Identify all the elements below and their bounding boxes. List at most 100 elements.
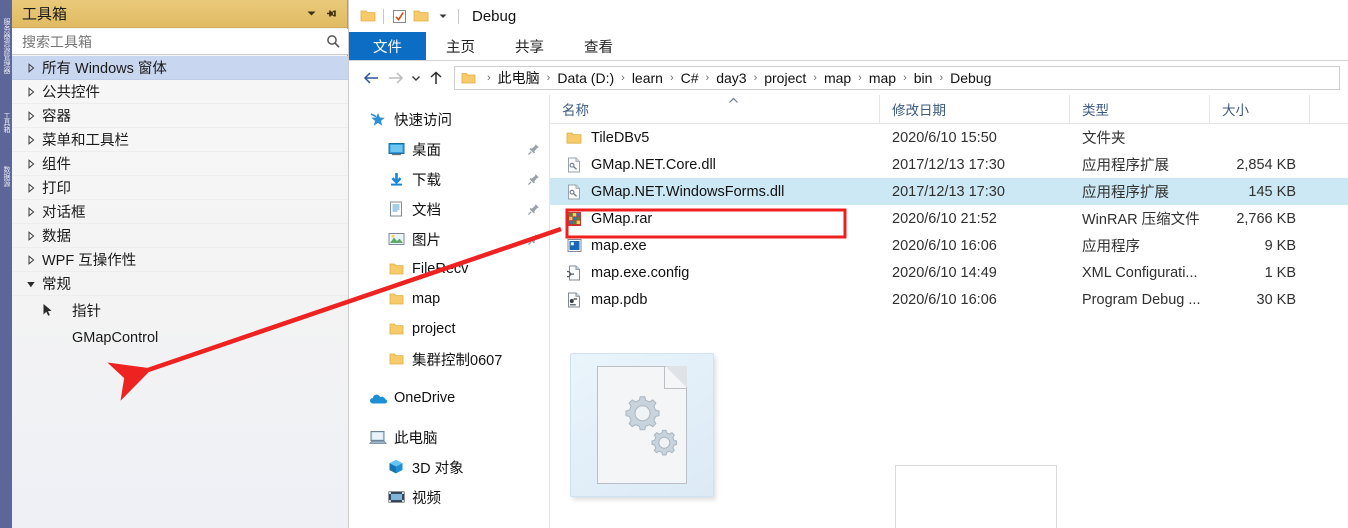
file-size-cell: 2,854 KB — [1236, 156, 1296, 173]
column-header-2[interactable]: 类型 — [1070, 95, 1210, 124]
chevron-right-icon[interactable] — [26, 254, 42, 265]
breadcrumb-item-6[interactable]: map — [824, 70, 851, 86]
toolbox-node-7[interactable]: 数据 — [12, 224, 348, 248]
file-row[interactable]: GMap.NET.Core.dll 2017/12/13 17:30 应用程序扩展 2… — [550, 151, 1348, 178]
nav-item-6[interactable]: map — [349, 284, 549, 314]
recent-locations-chevron-down-icon[interactable] — [407, 66, 424, 90]
toolbox-node-3[interactable]: 菜单和工具栏 — [12, 128, 348, 152]
quick-access-chevron-down-icon[interactable] — [432, 5, 454, 27]
search-icon[interactable] — [322, 32, 344, 52]
chevron-right-icon[interactable] — [26, 62, 42, 73]
chevron-down-icon[interactable] — [301, 4, 321, 24]
toolbox-item-1[interactable]: GMapControl — [12, 324, 348, 352]
nav-item-3[interactable]: 文档 — [349, 194, 549, 224]
breadcrumb-item-3[interactable]: C# — [681, 70, 699, 86]
folder-icon[interactable] — [357, 5, 379, 27]
nav-item-9[interactable]: OneDrive — [349, 383, 549, 413]
breadcrumb-item-9[interactable]: Debug — [950, 70, 991, 86]
breadcrumb-item-0[interactable]: 此电脑 — [498, 68, 540, 88]
breadcrumb[interactable]: › 此电脑 › Data (D:) › learn › C# › day3 › project › map… — [454, 66, 1340, 90]
ribbon-tab-2[interactable]: 共享 — [495, 32, 564, 60]
file-row[interactable]: map.pdb 2020/6/10 16:06 Program Debug ... 3… — [550, 286, 1348, 313]
dll-icon — [562, 157, 586, 173]
dock-tab-toolbox[interactable]: 工具箱 — [1, 112, 11, 158]
titlebar-divider — [383, 8, 384, 24]
nav-item-11[interactable]: 3D 对象 — [349, 452, 549, 482]
file-name-cell[interactable]: GMap.NET.Core.dll — [550, 157, 880, 173]
pin-icon[interactable] — [525, 173, 541, 186]
file-type-cell: 应用程序扩展 — [1082, 158, 1169, 174]
toolbox-node-2[interactable]: 容器 — [12, 104, 348, 128]
toolbox-node-5[interactable]: 打印 — [12, 176, 348, 200]
dock-tab-data-sources[interactable]: 数据源 — [1, 166, 11, 224]
breadcrumb-item-2[interactable]: learn — [632, 70, 663, 86]
folder-icon — [562, 131, 586, 145]
nav-item-5[interactable]: FileRecv — [349, 254, 549, 284]
breadcrumb-item-5[interactable]: project — [764, 70, 806, 86]
file-explorer-window: Debug 文件 主页 共享 查看 › 此电脑 › Data (D:) › learn › C# › d… — [348, 0, 1348, 528]
nav-item-0[interactable]: 快速访问 — [349, 104, 549, 134]
file-name-cell[interactable]: TileDBv5 — [550, 130, 880, 146]
nav-item-12[interactable]: 视频 — [349, 482, 549, 512]
toolbox-node-8[interactable]: WPF 互操作性 — [12, 248, 348, 272]
chevron-right-icon[interactable] — [26, 110, 42, 121]
folder-icon — [385, 262, 407, 276]
breadcrumb-item-4[interactable]: day3 — [716, 70, 746, 86]
search-input-placeholder[interactable]: 搜索工具箱 — [22, 32, 322, 52]
ribbon-tab-0[interactable]: 文件 — [349, 32, 426, 60]
nav-item-4[interactable]: 图片 — [349, 224, 549, 254]
ribbon-tab-1[interactable]: 主页 — [426, 32, 495, 60]
nav-item-7[interactable]: project — [349, 314, 549, 344]
pin-icon[interactable] — [321, 4, 341, 24]
pin-icon[interactable] — [525, 143, 541, 156]
nav-item-label: project — [412, 321, 456, 337]
up-button[interactable] — [424, 66, 448, 90]
file-name-cell[interactable]: GMap.NET.WindowsForms.dll — [550, 184, 880, 200]
new-folder-icon[interactable] — [410, 5, 432, 27]
nav-item-1[interactable]: 桌面 — [349, 134, 549, 164]
chevron-right-icon[interactable] — [26, 206, 42, 217]
column-header-3[interactable]: 大小 — [1210, 95, 1310, 124]
properties-checked-icon[interactable] — [388, 5, 410, 27]
toolbox-item-0[interactable]: 指针 — [12, 296, 348, 324]
chevron-right-icon[interactable] — [26, 182, 42, 193]
nav-item-10[interactable]: 此电脑 — [349, 422, 549, 452]
file-name-cell[interactable]: GMap.rar — [550, 211, 880, 227]
toolbox-node-6[interactable]: 对话框 — [12, 200, 348, 224]
file-name-cell[interactable]: map.pdb — [550, 292, 880, 308]
nav-item-8[interactable]: 集群控制0607 — [349, 344, 549, 374]
toolbox-node-0[interactable]: 所有 Windows 窗体 — [12, 56, 348, 80]
column-header-1[interactable]: 修改日期 — [880, 95, 1070, 124]
file-row[interactable]: map.exe 2020/6/10 16:06 应用程序 9 KB — [550, 232, 1348, 259]
toolbox-search-box[interactable]: 搜索工具箱 — [12, 29, 348, 55]
dock-tab-server-explorer[interactable]: 服务器资源管理器 — [1, 18, 11, 104]
chevron-right-icon[interactable] — [26, 86, 42, 97]
file-row[interactable]: GMap.NET.WindowsForms.dll 2017/12/13 17:3… — [550, 178, 1348, 205]
breadcrumb-separator: › — [705, 72, 710, 84]
file-name-cell[interactable]: map.exe.config — [550, 265, 880, 281]
nav-item-2[interactable]: 下载 — [349, 164, 549, 194]
pin-icon[interactable] — [525, 203, 541, 216]
dll-gears-document-icon — [597, 366, 687, 484]
chevron-right-icon[interactable] — [26, 158, 42, 169]
chevron-right-icon[interactable] — [26, 134, 42, 145]
toolbox-node-9[interactable]: 常规 — [12, 272, 348, 296]
toolbox-node-1[interactable]: 公共控件 — [12, 80, 348, 104]
breadcrumb-item-1[interactable]: Data (D:) — [557, 70, 614, 86]
toolbox-node-4[interactable]: 组件 — [12, 152, 348, 176]
column-header-0[interactable]: 名称 — [550, 95, 880, 124]
breadcrumb-item-8[interactable]: bin — [914, 70, 933, 86]
file-row[interactable]: GMap.rar 2020/6/10 21:52 WinRAR 压缩文件 2,766 … — [550, 205, 1348, 232]
pin-icon[interactable] — [525, 233, 541, 246]
breadcrumb-item-7[interactable]: map — [869, 70, 896, 86]
file-row[interactable]: TileDBv5 2020/6/10 15:50 文件夹 — [550, 124, 1348, 151]
file-name-cell[interactable]: map.exe — [550, 238, 880, 254]
back-button[interactable] — [359, 66, 383, 90]
ribbon-tab-3[interactable]: 查看 — [564, 32, 633, 60]
chevron-down-icon[interactable] — [26, 279, 42, 289]
forward-button[interactable] — [383, 66, 407, 90]
breadcrumb-separator: › — [546, 72, 551, 84]
file-type-cell: XML Configurati... — [1082, 264, 1198, 281]
file-row[interactable]: map.exe.config 2020/6/10 14:49 XML Configu… — [550, 259, 1348, 286]
chevron-right-icon[interactable] — [26, 230, 42, 241]
